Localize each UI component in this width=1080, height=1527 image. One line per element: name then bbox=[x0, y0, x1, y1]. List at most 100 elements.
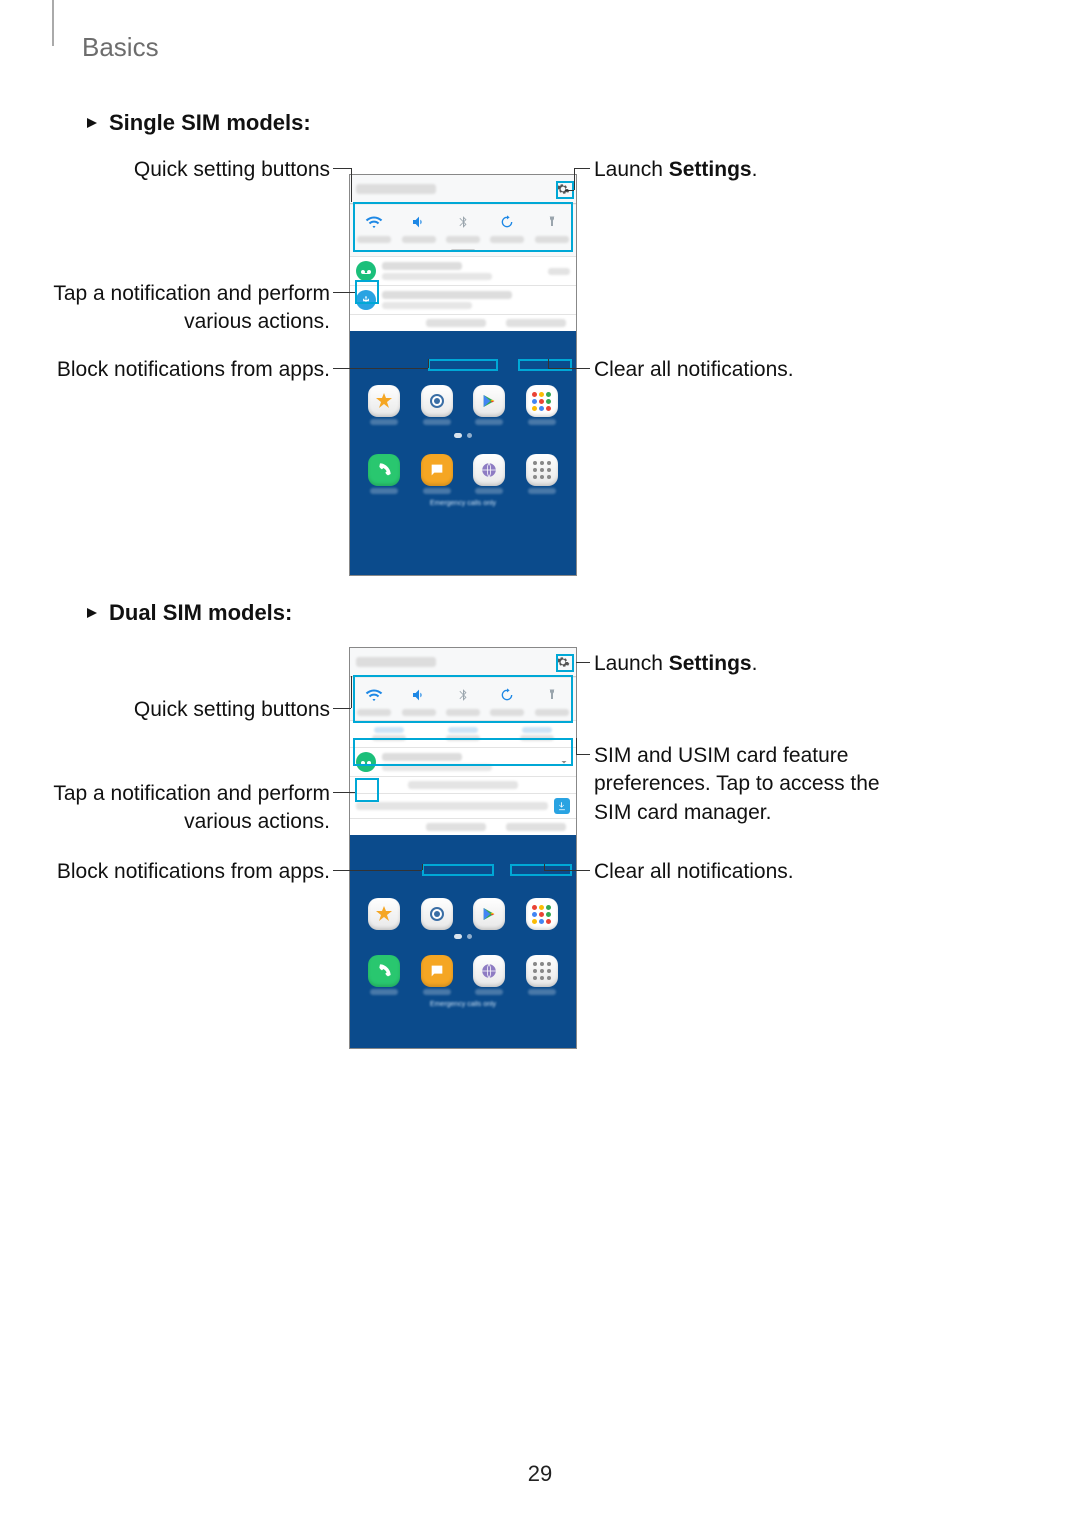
torch-icon[interactable] bbox=[541, 211, 563, 233]
blurred-row bbox=[350, 776, 576, 793]
torch-icon[interactable] bbox=[541, 684, 563, 706]
play-store-app-icon[interactable] bbox=[473, 898, 505, 930]
notification-panel bbox=[350, 648, 576, 835]
apps-drawer-icon[interactable] bbox=[526, 955, 558, 987]
status-bar bbox=[350, 648, 576, 677]
connector bbox=[565, 190, 574, 191]
download-row bbox=[350, 793, 576, 818]
quick-settings-labels bbox=[350, 708, 576, 720]
notification-panel bbox=[350, 175, 576, 331]
camera-app-icon[interactable] bbox=[421, 385, 453, 417]
rotate-icon[interactable] bbox=[496, 211, 518, 233]
sim-preference-row[interactable] bbox=[350, 720, 576, 747]
voicemail-icon bbox=[356, 752, 376, 772]
quick-settings-labels bbox=[350, 235, 576, 247]
download-icon[interactable] bbox=[554, 798, 570, 814]
wifi-icon[interactable] bbox=[363, 211, 385, 233]
internet-app-icon[interactable] bbox=[473, 454, 505, 486]
home-screen: Emergency calls only bbox=[350, 888, 576, 1048]
notification-time bbox=[548, 268, 570, 275]
messages-app-icon[interactable] bbox=[421, 955, 453, 987]
rotate-icon[interactable] bbox=[496, 684, 518, 706]
apps-drawer-icon[interactable] bbox=[526, 454, 558, 486]
section-title: Basics bbox=[82, 32, 159, 63]
connector bbox=[333, 168, 351, 169]
sim-pref-calls[interactable] bbox=[352, 725, 426, 743]
heading-dual-sim: Dual SIM models: bbox=[85, 600, 292, 626]
notification-item[interactable] bbox=[350, 285, 576, 314]
notification-actions bbox=[350, 818, 576, 835]
connector bbox=[576, 662, 590, 663]
page-indicator bbox=[350, 431, 576, 444]
emergency-text: Emergency calls only bbox=[350, 500, 576, 513]
manual-page: Basics Single SIM models: bbox=[0, 0, 1080, 1527]
heading-single-sim: Single SIM models: bbox=[85, 110, 311, 136]
phone-app-icon[interactable] bbox=[368, 955, 400, 987]
connector bbox=[333, 292, 355, 293]
status-bar bbox=[350, 175, 576, 204]
connector bbox=[576, 754, 590, 755]
page-indicator bbox=[350, 932, 576, 945]
callout-tap-notification: Tap a notification and perform various a… bbox=[30, 780, 330, 837]
voicemail-icon bbox=[356, 261, 376, 281]
camera-app-icon[interactable] bbox=[421, 898, 453, 930]
connector bbox=[548, 359, 549, 368]
highlight-clear bbox=[518, 359, 572, 371]
callout-clear-all: Clear all notifications. bbox=[594, 356, 794, 384]
clock-blur bbox=[356, 657, 436, 667]
connector bbox=[572, 368, 590, 369]
bluetooth-icon[interactable] bbox=[452, 684, 474, 706]
sim-pref-data[interactable] bbox=[500, 725, 574, 743]
messages-app-icon[interactable] bbox=[421, 454, 453, 486]
connector bbox=[576, 738, 577, 754]
drag-handle-icon[interactable] bbox=[451, 249, 475, 252]
sound-icon[interactable] bbox=[408, 684, 430, 706]
settings-gear-icon[interactable] bbox=[556, 655, 570, 669]
connector bbox=[333, 368, 428, 369]
notification-text bbox=[382, 262, 542, 280]
notification-text bbox=[382, 291, 570, 309]
clear-all-button[interactable] bbox=[506, 823, 566, 831]
dock-row bbox=[350, 444, 576, 488]
notification-actions bbox=[350, 314, 576, 331]
emergency-text: Emergency calls only bbox=[350, 1001, 576, 1014]
google-folder-icon[interactable] bbox=[526, 898, 558, 930]
settings-gear-icon[interactable] bbox=[556, 182, 570, 196]
page-number: 29 bbox=[0, 1461, 1080, 1487]
bluetooth-icon[interactable] bbox=[452, 211, 474, 233]
connector bbox=[548, 368, 572, 369]
wifi-icon[interactable] bbox=[363, 684, 385, 706]
google-folder-icon[interactable] bbox=[526, 385, 558, 417]
chevron-down-icon[interactable] bbox=[558, 756, 570, 768]
connector bbox=[351, 168, 352, 202]
connector bbox=[422, 864, 423, 870]
play-store-app-icon[interactable] bbox=[473, 385, 505, 417]
callout-launch-settings: Launch Settings. bbox=[594, 156, 757, 184]
block-notifications-button[interactable] bbox=[426, 319, 486, 327]
triangle-icon bbox=[85, 116, 99, 130]
internet-app-icon[interactable] bbox=[473, 955, 505, 987]
connector bbox=[428, 359, 429, 368]
connector bbox=[544, 864, 545, 870]
connector bbox=[333, 870, 422, 871]
clock-blur bbox=[356, 184, 436, 194]
gallery-app-icon[interactable] bbox=[368, 385, 400, 417]
sound-icon[interactable] bbox=[408, 211, 430, 233]
quick-settings-row[interactable] bbox=[350, 204, 576, 235]
quick-settings-row[interactable] bbox=[350, 677, 576, 708]
sim-pref-texts[interactable] bbox=[426, 725, 500, 743]
phone-app-icon[interactable] bbox=[368, 454, 400, 486]
triangle-icon bbox=[85, 606, 99, 620]
connector bbox=[574, 168, 575, 190]
block-notifications-button[interactable] bbox=[426, 823, 486, 831]
callout-block-notifications: Block notifications from apps. bbox=[50, 356, 330, 384]
notification-item[interactable] bbox=[350, 747, 576, 776]
app-row bbox=[350, 888, 576, 932]
notification-item[interactable] bbox=[350, 256, 576, 285]
clear-all-button[interactable] bbox=[506, 319, 566, 327]
callout-sim-manager: SIM and USIM card feature preferences. T… bbox=[594, 742, 904, 827]
gallery-app-icon[interactable] bbox=[368, 898, 400, 930]
callout-clear-all: Clear all notifications. bbox=[594, 858, 794, 886]
usb-icon bbox=[356, 290, 376, 310]
connector bbox=[333, 708, 351, 709]
